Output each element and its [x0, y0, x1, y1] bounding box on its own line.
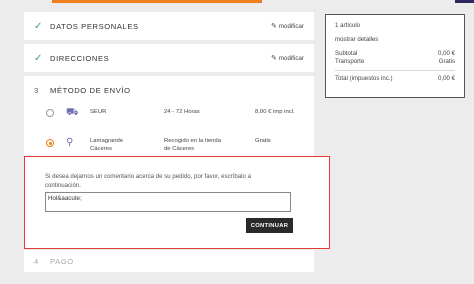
carrier-option-seur[interactable]: ⛟ SEUR 24 - 72 Horas 8,00 € imp incl.	[24, 106, 314, 120]
check-icon: ✓	[34, 20, 43, 32]
step-addresses[interactable]: ✓ DIRECCIONES ✎ modificar	[24, 44, 314, 72]
order-summary: 1 artículo mostrar detalles Subtotal 0,0…	[325, 14, 465, 98]
carrier-price: Gratis	[255, 138, 271, 144]
step-number: 4	[34, 256, 39, 266]
step-title: DATOS PERSONALES	[50, 21, 139, 31]
carrier-delay: 24 - 72 Horas	[164, 109, 200, 115]
subtotal-value: 0,00 €	[438, 50, 455, 57]
total-value: 0,00 €	[438, 75, 455, 82]
total-row: Total (impuestos inc.) 0,00 €	[335, 75, 455, 83]
divider	[335, 70, 455, 71]
shipping-label: Transporte	[335, 58, 365, 65]
carrier-price: 8,00 € imp incl.	[255, 109, 295, 115]
truck-icon: ⛟	[66, 107, 79, 118]
step-payment[interactable]: 4 PAGO	[24, 250, 314, 272]
continue-button[interactable]: CONTINUAR	[246, 218, 293, 233]
comment-instructions: Si desea dejarnos un comentario acerca d…	[45, 173, 251, 189]
step-title: MÉTODO DE ENVÍO	[50, 85, 131, 95]
header-accent-bar-secondary	[455, 0, 474, 3]
carrier-radio[interactable]	[46, 109, 54, 117]
comment-textarea[interactable]: Hol&aacute;	[45, 192, 291, 212]
edit-link[interactable]: ✎ modificar	[271, 54, 304, 63]
step-personal-data[interactable]: ✓ DATOS PERSONALES ✎ modificar	[24, 12, 314, 40]
shipping-value: Gratis	[438, 58, 455, 65]
check-icon: ✓	[34, 52, 43, 64]
store-pickup-icon: ⚲	[66, 137, 74, 148]
carrier-name: Lamagrande Cáceres	[90, 138, 124, 152]
header-accent-bar	[52, 0, 262, 3]
step-number: 3	[34, 85, 39, 95]
edit-link[interactable]: ✎ modificar	[271, 22, 304, 31]
step-title: DIRECCIONES	[50, 53, 110, 63]
carrier-radio-selected[interactable]	[46, 139, 54, 147]
edit-label: modificar	[278, 22, 304, 30]
items-count: 1 artículo	[335, 22, 361, 29]
subtotal-label: Subtotal	[335, 50, 358, 57]
carrier-delay: Recogido en la tienda de Cáceres	[164, 138, 221, 152]
pencil-icon: ✎	[271, 23, 277, 30]
pencil-icon: ✎	[271, 55, 277, 62]
edit-label: modificar	[278, 54, 304, 62]
show-details-link[interactable]: mostrar detalles	[335, 36, 455, 44]
order-comment-section: Si desea dejarnos un comentario acerca d…	[24, 156, 330, 249]
carrier-name: SEUR	[90, 109, 107, 115]
carrier-option-lamagrande[interactable]: ⚲ Lamagrande Cáceres Recogido en la tiend…	[24, 134, 314, 156]
step-title: PAGO	[50, 256, 74, 266]
total-label: Total (impuestos inc.)	[335, 75, 393, 82]
subtotal-row: Subtotal 0,00 €	[335, 50, 455, 58]
shipping-row: Transporte Gratis	[335, 58, 455, 66]
